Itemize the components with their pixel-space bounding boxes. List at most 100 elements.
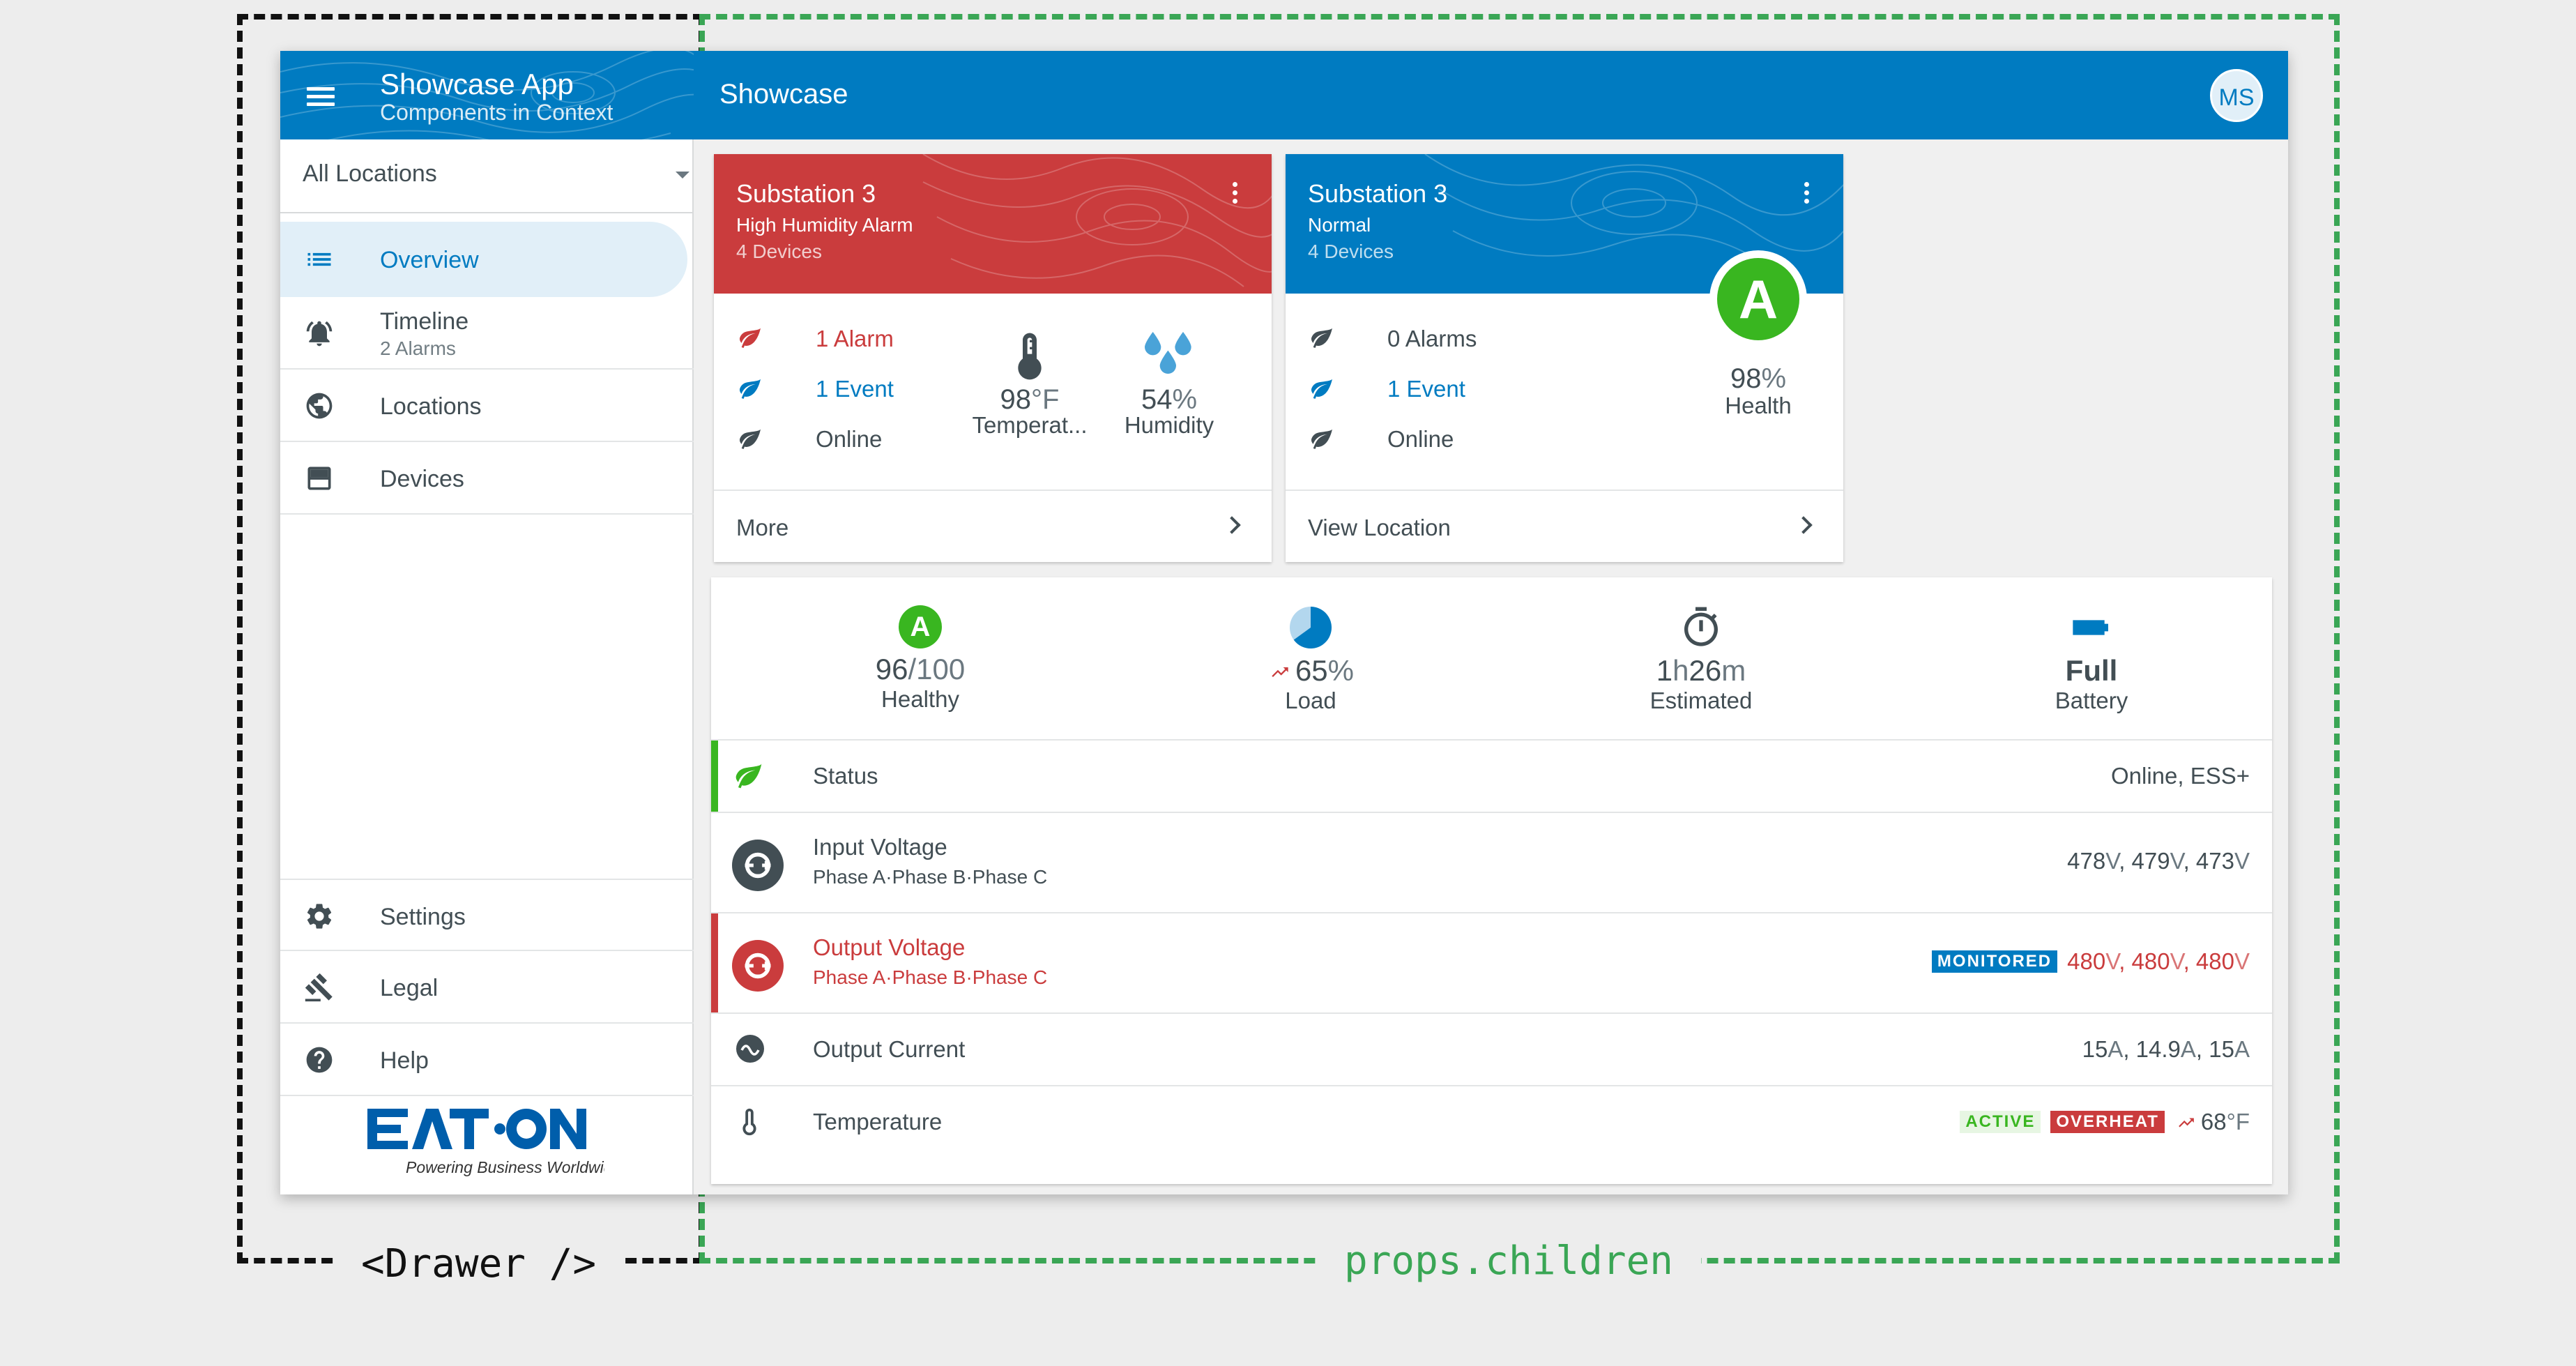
health-label: Health: [1725, 393, 1792, 418]
overheat-chip: OVERHEAT: [2050, 1111, 2165, 1133]
phase-a-value: 15: [2082, 1036, 2108, 1062]
app-window: Showcase App Components in Context All L…: [280, 51, 2288, 1194]
nav-item-label: Devices: [380, 466, 464, 492]
hero-value: Full: [2065, 654, 2118, 687]
list-item-input-voltage[interactable]: Input Voltage Phase A·Phase B·Phase C 47…: [711, 812, 2272, 912]
unit: V: [2105, 948, 2119, 974]
grade-a-icon: A: [899, 605, 942, 648]
phase-b-value: 479: [2131, 848, 2170, 874]
thermometer-icon: [742, 1108, 756, 1136]
list-item-output-current[interactable]: Output Current 15A, 14.9A, 15A: [711, 1012, 2272, 1085]
hero-value-2: 26: [1689, 654, 1722, 687]
nav-item-label: Legal: [380, 975, 439, 1001]
temperature-value: 68: [2200, 1109, 2227, 1134]
phase-b-value: 14.9: [2135, 1036, 2181, 1062]
list-item-output-voltage[interactable]: Output Voltage Phase A·Phase B·Phase C M…: [711, 912, 2272, 1012]
nav-item-settings[interactable]: Settings: [280, 879, 694, 951]
drawer-header: Showcase App Components in Context: [280, 51, 694, 139]
event-count: 1 Event: [816, 376, 894, 402]
hero-unit: /100: [908, 653, 966, 685]
page-title: Showcase: [719, 79, 848, 109]
temperature-label: Temperat...: [972, 412, 1088, 438]
alarm-count: 1 Alarm: [816, 326, 894, 351]
logo-tagline: Powering Business Worldwide: [406, 1158, 604, 1176]
device-icon: [307, 466, 331, 490]
menu-icon[interactable]: [307, 87, 335, 106]
list-icon: [307, 252, 331, 266]
temperature-unit: °F: [1031, 384, 1060, 415]
list-item-title: Temperature: [813, 1109, 943, 1134]
eaton-logo: Powering Business Worldwide: [367, 1109, 621, 1189]
nav-item-overview[interactable]: Overview: [280, 222, 687, 297]
humidity-label: Humidity: [1124, 412, 1214, 438]
chevron-right-icon: [1223, 516, 1241, 534]
nav-item-timeline[interactable]: Timeline 2 Alarms: [280, 297, 694, 370]
score-card-normal: Substation 3 Normal 4 Devices A 98% Heal…: [1286, 154, 1843, 562]
avatar[interactable]: MS: [2210, 69, 2263, 122]
event-count: 1 Event: [1387, 376, 1465, 402]
battery-icon: [2073, 620, 2108, 635]
more-vert-icon[interactable]: [1233, 182, 1238, 207]
nav-item-label: Settings: [380, 904, 466, 930]
nav-item-locations[interactable]: Locations: [280, 370, 694, 442]
unit: A: [2234, 1036, 2250, 1062]
card-footer-view-location[interactable]: View Location: [1286, 490, 1843, 562]
status-bar: [711, 741, 718, 812]
list-item-value: 15A, 14.9A, 15A: [2082, 1036, 2250, 1062]
nav-item-legal[interactable]: Legal: [280, 951, 694, 1024]
drawer: Showcase App Components in Context All L…: [280, 51, 694, 1194]
unit: V: [2170, 948, 2183, 974]
location-select[interactable]: All Locations: [280, 139, 694, 213]
humidity-unit: %: [1172, 384, 1198, 415]
location-select-value: All Locations: [303, 160, 437, 187]
list-item-title: Status: [813, 763, 878, 789]
unit: V: [2105, 848, 2119, 874]
unit: A: [2180, 1036, 2196, 1062]
health-unit: %: [1761, 363, 1787, 394]
thermometer-icon: [1018, 333, 1042, 380]
health-value: 98%: [1709, 363, 1807, 395]
drawer-title: Showcase App: [380, 68, 574, 100]
plug-glyph: [745, 852, 771, 879]
grade-a-icon: A: [1717, 258, 1799, 340]
current-wave-icon: [736, 1035, 764, 1063]
phase-c-value: 480: [2195, 948, 2234, 974]
trending-up-icon: [1272, 667, 1288, 677]
more-vert-icon[interactable]: [1804, 182, 1810, 207]
children-caption: props.children: [1316, 1238, 1702, 1284]
list-item-status[interactable]: Status Online, ESS+: [711, 739, 2272, 812]
device-detail-panel: A 96/100 Healthy 65% Load 1h26m Estimate…: [711, 577, 2272, 1184]
alarm-leaf-icon: [1311, 328, 1332, 348]
eaton-logo-mark: Powering Business Worldwide: [367, 1109, 621, 1176]
card-footer-more[interactable]: More: [714, 490, 1272, 562]
globe-icon: [306, 393, 333, 419]
grade-letter: A: [1738, 268, 1778, 330]
nav-item-label: Locations: [380, 393, 482, 420]
list-item-temperature[interactable]: Temperature ACTIVE OVERHEAT 68°F: [711, 1085, 2272, 1158]
list-item-subtitle: Phase A·Phase B·Phase C: [813, 966, 1048, 988]
leaf-icon: [736, 764, 762, 789]
hero-load: 65% Load: [1115, 605, 1506, 714]
unit: V: [2234, 948, 2250, 974]
online-leaf-icon: [1311, 429, 1332, 449]
hero-value: 96: [875, 653, 908, 685]
card-info: 4 Devices: [736, 241, 822, 262]
event-leaf-icon: [740, 379, 761, 399]
chevron-down-icon: [676, 172, 689, 179]
online-leaf-icon: [740, 429, 761, 449]
unit: V: [2170, 848, 2183, 874]
nav-item-devices[interactable]: Devices: [280, 442, 694, 515]
nav-item-label: Overview: [380, 247, 479, 273]
nav-item-help[interactable]: Help: [280, 1024, 694, 1096]
list-item-value: 478V, 479V, 473V: [2067, 848, 2250, 874]
hero-unit: %: [1327, 654, 1355, 687]
humidity-icon: [1145, 332, 1191, 374]
humidity-value: 54%: [1120, 384, 1218, 416]
chevron-right-icon: [1794, 516, 1813, 534]
hero-estimated: 1h26m Estimated: [1506, 605, 1896, 714]
humidity-number: 54: [1141, 384, 1173, 415]
active-chip: ACTIVE: [1960, 1111, 2041, 1133]
event-leaf-icon: [1311, 379, 1332, 399]
phase-c-value: 15: [2209, 1036, 2234, 1062]
card-subtitle: Normal: [1308, 214, 1371, 236]
